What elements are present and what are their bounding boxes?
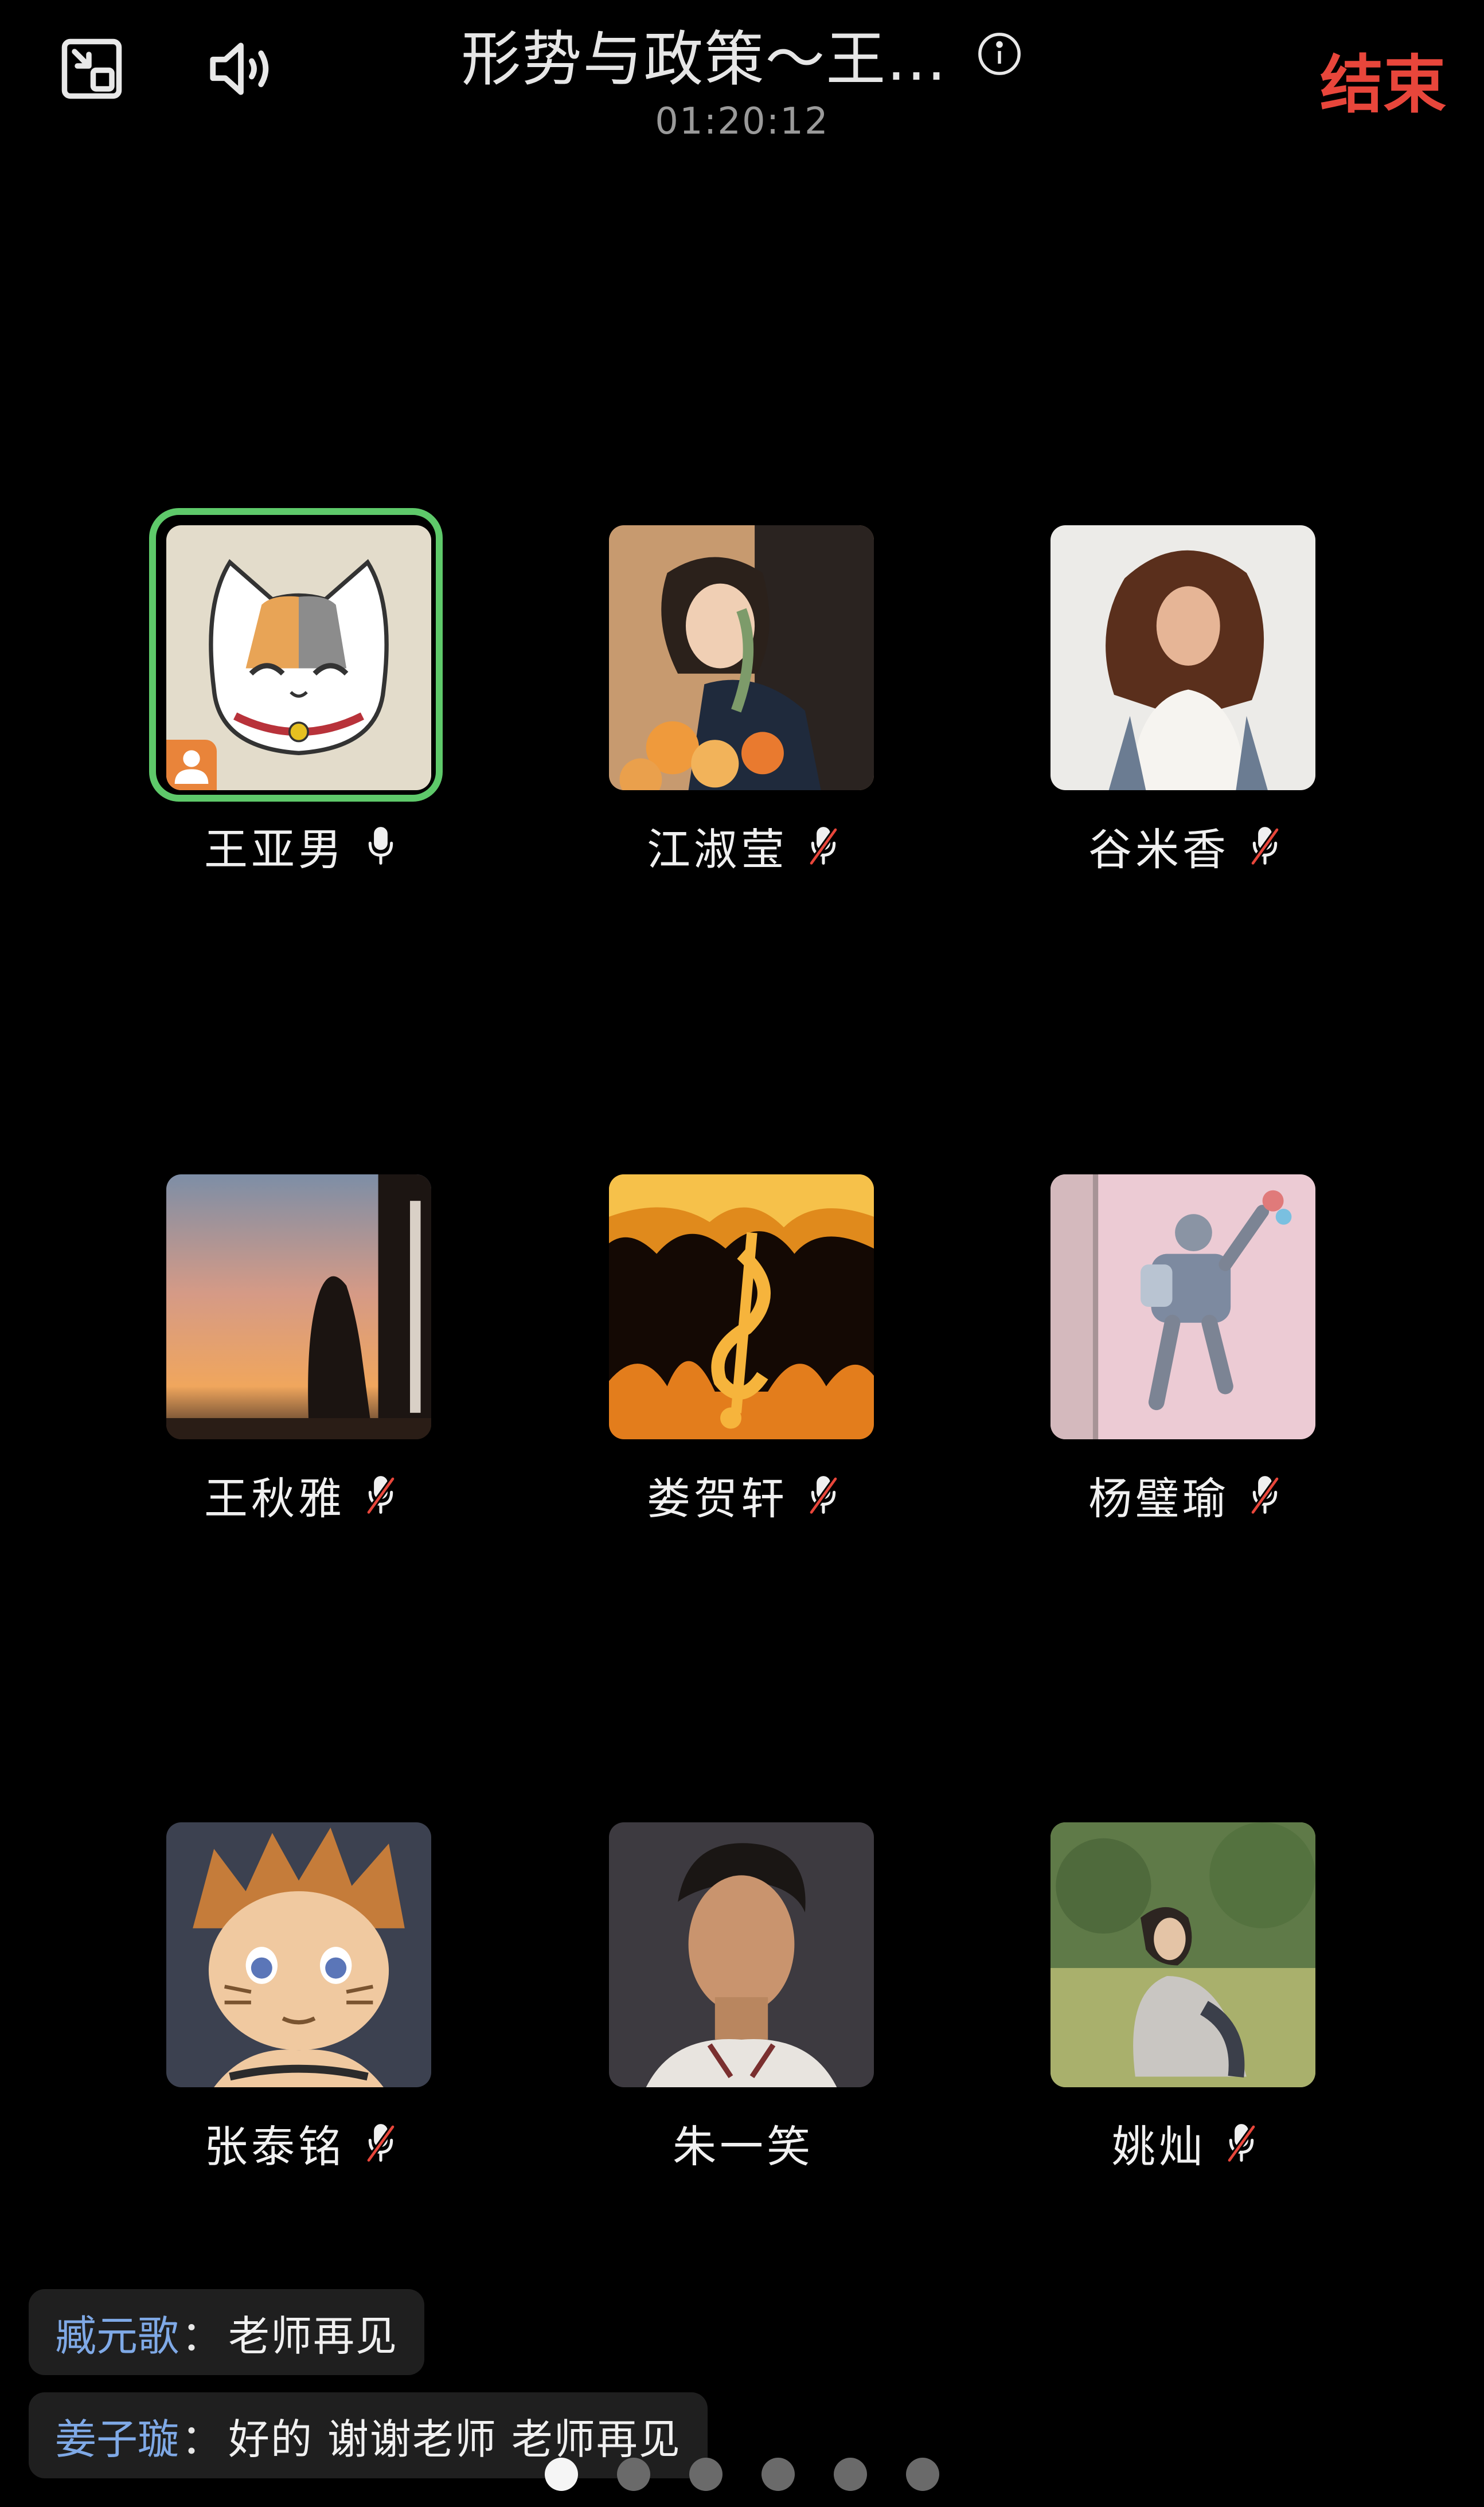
participant-name: 王秋雅 [204,1473,345,1524]
mic-muted-icon [1249,826,1280,866]
page-dot-4[interactable] [761,2458,795,2491]
info-icon[interactable] [976,30,1023,77]
participant-tile[interactable]: 谷米香 [1050,525,1319,877]
woman-curly-hair-avatar [1050,525,1315,790]
jumping-figure-avatar [1050,1174,1315,1439]
mic-muted-icon [808,1475,839,1516]
mic-muted-icon [365,1475,396,1516]
avatar [166,1822,431,2087]
meeting-timer: 01:20:12 [655,100,829,143]
exit-fullscreen-button[interactable] [52,29,132,109]
avatar [609,525,874,790]
anime-boy-avatar [166,1822,431,2087]
meeting-header: 形势与政策～王... 01:20:12 [401,10,1083,143]
participant-tile[interactable]: 姚灿 [1050,1822,1319,2174]
chat-message: 臧元歌 ： 老师再见 [29,2289,425,2375]
participant-tile[interactable]: 朱一笑 [609,1822,877,2174]
participant-tile[interactable]: 江淑莹 [609,525,877,877]
chat-sender[interactable]: 臧元歌 [55,2302,179,2362]
participant-name: 杨璧瑜 [1088,1473,1229,1524]
avatar [166,525,431,790]
avatar [609,1174,874,1439]
meeting-title: 形势与政策～王... [461,24,947,94]
mic-on-icon [368,827,393,865]
participant-tile[interactable]: 娄贺轩 [609,1174,877,1526]
speaker-icon [210,42,269,95]
page-dot-2[interactable] [617,2458,650,2491]
avatar [609,1822,874,2087]
participant-tile[interactable]: 王秋雅 [166,1174,435,1526]
chat-text: 好的 谢谢老师 老师再见 [228,2415,681,2463]
flaming-treble-clef-avatar [609,1174,874,1439]
participant-name: 谷米香 [1088,824,1229,875]
end-meeting-button[interactable]: 结束 [1320,33,1446,125]
chat-separator: ： [181,2311,223,2360]
chat-separator: ： [181,2415,223,2463]
page-dot-3[interactable] [689,2458,723,2491]
page-indicator[interactable] [0,2458,1484,2491]
chat-text: 老师再见 [228,2311,399,2360]
participant-name: 朱一笑 [673,2121,814,2172]
participant-name: 江淑莹 [647,824,788,875]
page-dot-5[interactable] [834,2458,867,2491]
girl-grass-avatar [1050,1822,1315,2087]
speaker-button[interactable] [201,29,281,109]
exit-fullscreen-icon [61,38,122,99]
participant-name: 姚灿 [1112,2121,1206,2172]
participant-name: 张泰铭 [204,2121,345,2172]
silhouette-sunset-avatar [166,1174,431,1439]
host-badge-icon [166,740,217,790]
participant-tile[interactable]: 王亚男 [149,508,443,877]
chat-sender[interactable]: 姜子璇 [55,2406,179,2466]
avatar [1050,1822,1315,2087]
avatar [1050,525,1315,790]
mic-muted-icon [1249,1475,1280,1516]
page-dot-1[interactable] [545,2458,578,2491]
man-curly-hair-avatar [609,1822,874,2087]
participant-tile[interactable]: 杨璧瑜 [1050,1174,1319,1526]
avatar [1050,1174,1315,1439]
mic-muted-icon [808,826,839,866]
participant-name: 娄贺轩 [647,1473,788,1524]
participant-tile[interactable]: 张泰铭 [166,1822,435,2174]
woman-flowers-avatar [609,525,874,790]
avatar [166,1174,431,1439]
page-dot-6[interactable] [906,2458,939,2491]
mic-muted-icon [365,2123,396,2164]
mic-muted-icon [1226,2123,1257,2164]
participant-name: 王亚男 [204,824,345,875]
